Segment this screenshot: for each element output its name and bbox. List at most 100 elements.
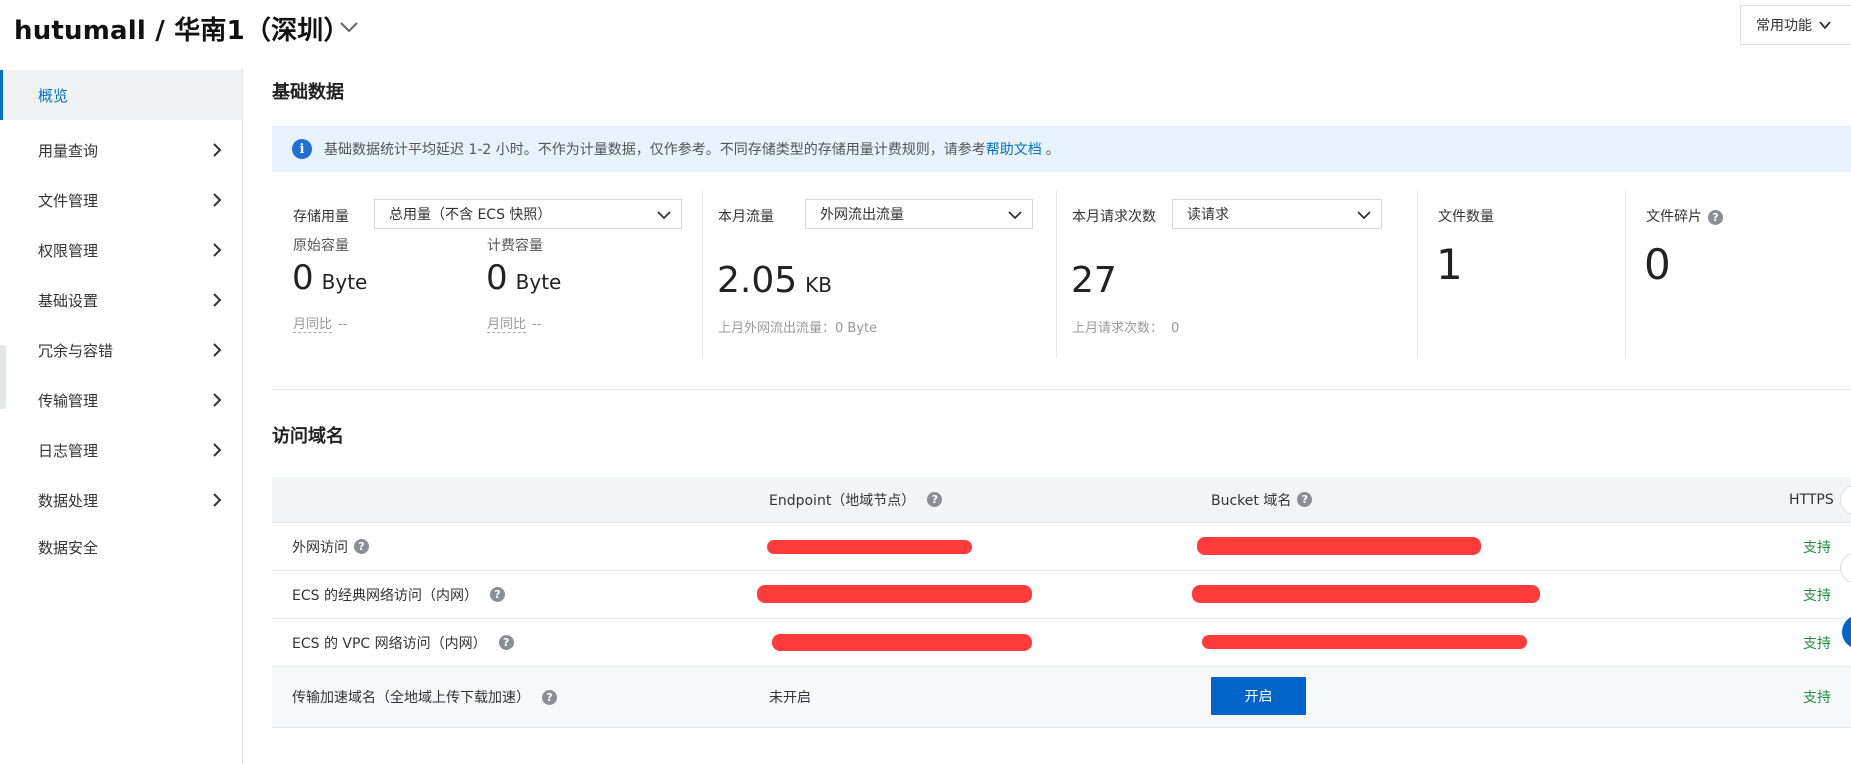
row-name-text: ECS 的经典网络访问（内网）	[292, 587, 478, 604]
raw-capacity-number: 0	[292, 258, 314, 298]
fragments-value: 0	[1644, 240, 1671, 289]
common-functions-label: 常用功能	[1756, 18, 1812, 34]
chevron-down-icon[interactable]	[338, 16, 360, 38]
https-support: 支持	[1803, 539, 1831, 556]
billing-yoy-value: --	[532, 317, 542, 332]
storage-type-select[interactable]: 总用量（不含 ECS 快照）	[374, 199, 682, 229]
traffic-label: 本月流量	[718, 209, 774, 225]
fragments-label: 文件碎片?	[1646, 206, 1723, 226]
redacted-endpoint	[767, 540, 972, 554]
help-icon[interactable]: ?	[354, 539, 369, 554]
table-header: Endpoint（地域节点）? Bucket 域名? HTTPS	[272, 477, 1851, 523]
sidebar-item-label: 日志管理	[38, 441, 99, 460]
help-icon[interactable]: ?	[489, 587, 505, 602]
raw-yoy-label: 月同比	[293, 317, 333, 333]
sidebar-item-label: 用量查询	[38, 141, 99, 160]
chevron-right-icon	[213, 293, 222, 307]
requests-last-month: 上月请求次数： 0	[1072, 317, 1179, 336]
traffic-value: 2.05 KB	[717, 260, 832, 301]
sidebar-item-data-processing[interactable]: 数据处理	[0, 475, 242, 525]
raw-yoy: 月同比 --	[293, 313, 348, 333]
sidebar-item-permissions[interactable]: 权限管理	[0, 225, 242, 275]
bucket-domain-header-text: Bucket 域名	[1211, 492, 1292, 509]
table-row: ECS 的 VPC 网络访问（内网）? 支持	[272, 619, 1851, 667]
chevron-right-icon	[213, 143, 222, 157]
sidebar-item-data-security[interactable]: 数据安全	[0, 522, 242, 572]
row-name-text: 传输加速域名（全地域上传下载加速）	[292, 690, 530, 706]
traffic-type-value: 外网流出流量	[820, 207, 904, 223]
help-icon[interactable]: ?	[1297, 492, 1313, 507]
requests-label: 本月请求次数	[1072, 209, 1156, 225]
sidebar-item-transfer[interactable]: 传输管理	[0, 375, 242, 425]
sidebar-collapse-handle[interactable]	[0, 345, 6, 409]
sidebar-item-usage[interactable]: 用量查询	[0, 125, 242, 175]
https-support: 支持	[1803, 690, 1831, 706]
sidebar-item-overview[interactable]: 概览	[0, 70, 242, 120]
redacted-bucket-domain	[1197, 537, 1481, 555]
acceleration-status: 未开启	[769, 690, 811, 706]
sidebar-item-redundancy[interactable]: 冗余与容错	[0, 325, 242, 375]
row-name: 传输加速域名（全地域上传下载加速）?	[292, 667, 557, 727]
sidebar-item-label: 数据安全	[38, 538, 99, 557]
sidebar-item-files[interactable]: 文件管理	[0, 175, 242, 225]
page-header: hutumall / 华南1（深圳） 常用功能	[0, 0, 1851, 60]
redacted-endpoint	[772, 634, 1032, 651]
enable-acceleration-button[interactable]: 开启	[1211, 677, 1306, 715]
traffic-type-select[interactable]: 外网流出流量	[805, 199, 1033, 229]
files-value: 1	[1436, 240, 1463, 289]
chevron-right-icon	[213, 493, 222, 507]
chevron-right-icon	[213, 393, 222, 407]
help-icon[interactable]: ?	[1708, 209, 1723, 225]
row-name-text: 外网访问	[292, 539, 348, 556]
help-icon[interactable]: ?	[927, 492, 943, 507]
sidebar-item-label: 数据处理	[38, 491, 99, 510]
traffic-number: 2.05	[717, 260, 798, 301]
table-row: ECS 的经典网络访问（内网）? 支持	[272, 571, 1851, 619]
endpoint-header-text: Endpoint（地域节点）	[769, 492, 916, 509]
sidebar-item-logs[interactable]: 日志管理	[0, 425, 242, 475]
fragments-stat: 文件碎片? 0	[1626, 190, 1851, 358]
raw-capacity-label: 原始容量	[293, 238, 349, 254]
sidebar-item-label: 权限管理	[38, 241, 99, 260]
notice-end: 。	[1045, 142, 1060, 158]
bucket-domain-header: Bucket 域名?	[1211, 477, 1313, 522]
traffic-last-month: 上月外网流出流量：0 Byte	[718, 321, 878, 336]
redacted-bucket-domain	[1192, 585, 1540, 603]
sidebar-item-label: 文件管理	[38, 191, 99, 210]
sidebar-item-label: 冗余与容错	[38, 341, 114, 360]
endpoint-header: Endpoint（地域节点）?	[769, 477, 943, 522]
billing-capacity-label: 计费容量	[487, 238, 543, 254]
storage-type-value: 总用量（不含 ECS 快照）	[389, 207, 552, 223]
help-icon[interactable]: ?	[542, 689, 557, 705]
chevron-down-icon	[1819, 21, 1831, 30]
request-type-select[interactable]: 读请求	[1172, 199, 1382, 229]
billing-yoy: 月同比 --	[487, 313, 542, 333]
requests-value: 27	[1071, 260, 1117, 301]
redacted-endpoint	[757, 585, 1032, 603]
requests-last-value: 0	[1171, 321, 1180, 336]
info-notice: i 基础数据统计平均延迟 1-2 小时。不作为计量数据，仅作参考。不同存储类型的…	[272, 126, 1851, 172]
billing-capacity-unit: Byte	[515, 270, 562, 294]
chevron-right-icon	[213, 343, 222, 357]
stats-panel: 存储用量 总用量（不含 ECS 快照） 原始容量 0 Byte 月同比 -- 计费容…	[272, 190, 1851, 390]
chevron-right-icon	[213, 193, 222, 207]
help-icon[interactable]: ?	[498, 635, 514, 650]
raw-yoy-value: --	[338, 317, 348, 332]
row-name: ECS 的经典网络访问（内网）?	[292, 571, 505, 618]
sidebar-item-label: 传输管理	[38, 391, 99, 410]
chevron-down-icon	[1008, 211, 1022, 220]
https-header: HTTPS	[1789, 491, 1834, 508]
raw-capacity-unit: Byte	[321, 270, 368, 294]
sidebar-item-label: 基础设置	[38, 291, 99, 310]
https-support: 支持	[1803, 635, 1831, 652]
row-name: ECS 的 VPC 网络访问（内网）?	[292, 619, 514, 666]
help-doc-link[interactable]: 帮助文档	[986, 139, 1042, 159]
bucket-title: hutumall / 华南1（深圳）	[14, 16, 350, 46]
table-row: 传输加速域名（全地域上传下载加速）? 未开启 开启 支持	[272, 667, 1851, 728]
common-functions-button[interactable]: 常用功能	[1740, 5, 1851, 45]
traffic-unit: KB	[805, 273, 832, 297]
traffic-stat: 本月流量 外网流出流量 2.05 KB 上月外网流出流量：0 Byte	[703, 190, 1057, 358]
raw-capacity-value: 0 Byte	[292, 258, 367, 298]
storage-label: 存储用量	[293, 209, 349, 225]
sidebar-item-basic-settings[interactable]: 基础设置	[0, 275, 242, 325]
